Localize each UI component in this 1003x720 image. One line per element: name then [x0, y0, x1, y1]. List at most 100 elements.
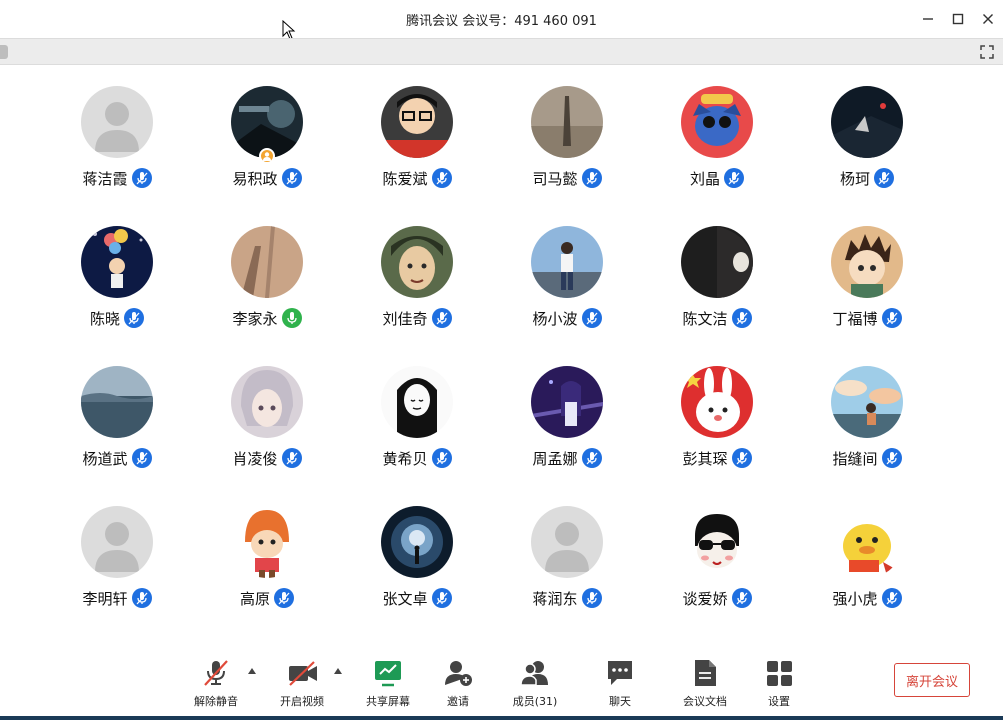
participant-name: 黄希贝 [382, 449, 428, 468]
start-video-button[interactable]: 开启视频 [267, 658, 337, 709]
participant-tile[interactable]: 刘佳奇 [342, 226, 492, 366]
participant-name: 杨道武 [82, 449, 128, 468]
avatar [81, 366, 153, 438]
fullscreen-button[interactable] [979, 44, 995, 60]
mic-muted-icon [731, 588, 752, 608]
participant-tile[interactable]: 杨道武 [42, 366, 192, 506]
participant-name: 司马懿 [532, 169, 578, 188]
leave-meeting-button[interactable]: 离开会议 [894, 663, 970, 697]
participant-tile[interactable]: 丁福博 [792, 226, 942, 366]
participant-tile[interactable]: 黄希贝 [342, 366, 492, 506]
members-button[interactable]: 成员(31) [500, 658, 570, 709]
participant-nameline: 杨道武 [82, 447, 152, 469]
avatar-image [831, 366, 903, 438]
participant-tile[interactable]: 李家永 [192, 226, 342, 366]
participant-name: 易积政 [232, 169, 278, 188]
audio-options-caret[interactable] [248, 668, 256, 674]
mic-muted-icon [431, 168, 452, 188]
participant-nameline: 高原 [240, 587, 294, 609]
participant-tile[interactable]: 陈文洁 [642, 226, 792, 366]
participant-tile[interactable]: 易积政 [192, 86, 342, 226]
minimize-icon [923, 18, 933, 20]
mic-muted-icon [131, 168, 152, 188]
avatar [231, 506, 303, 578]
mic-muted-icon [581, 588, 602, 608]
participant-nameline: 陈文洁 [682, 307, 752, 329]
avatar [831, 366, 903, 438]
participant-name: 肖凌俊 [232, 449, 278, 468]
participant-tile[interactable]: 刘晶 [642, 86, 792, 226]
side-panel-handle[interactable] [0, 45, 8, 59]
avatar [681, 366, 753, 438]
participant-tile[interactable]: 蒋润东 [492, 506, 642, 646]
mic-active-icon [281, 308, 302, 328]
avatar [81, 86, 153, 158]
settings-button[interactable]: 设置 [744, 658, 814, 709]
avatar-image [231, 226, 303, 298]
avatar-image [531, 366, 603, 438]
document-icon [690, 658, 720, 688]
participant-name: 陈文洁 [682, 309, 728, 328]
close-icon [983, 14, 993, 24]
mic-muted-icon [201, 658, 231, 688]
video-options-caret[interactable] [334, 668, 342, 674]
participant-nameline: 指缝间 [832, 447, 902, 469]
participant-tile[interactable]: 谈爱娇 [642, 506, 792, 646]
mic-muted-icon [274, 588, 294, 608]
participant-nameline: 杨小波 [532, 307, 602, 329]
chat-button[interactable]: 聊天 [585, 658, 655, 709]
avatar [531, 86, 603, 158]
participant-tile[interactable]: 蒋洁霞 [42, 86, 192, 226]
avatar [681, 506, 753, 578]
participant-tile[interactable]: 肖凌俊 [192, 366, 342, 506]
participant-name: 彭其琛 [682, 449, 728, 468]
minimize-button[interactable] [913, 0, 943, 38]
participant-tile[interactable]: 杨珂 [792, 86, 942, 226]
participant-name: 周孟娜 [532, 449, 578, 468]
participant-nameline: 谈爱娇 [682, 587, 752, 609]
participant-nameline: 易积政 [232, 167, 302, 189]
avatar [681, 86, 753, 158]
participant-tile[interactable]: 陈晓 [42, 226, 192, 366]
participant-tile[interactable]: 指缝间 [792, 366, 942, 506]
avatar [531, 226, 603, 298]
chat-label: 聊天 [609, 695, 631, 708]
avatar [81, 226, 153, 298]
share-screen-label: 共享屏幕 [366, 695, 410, 708]
unmute-button[interactable]: 解除静音 [181, 658, 251, 709]
participant-tile[interactable]: 李明轩 [42, 506, 192, 646]
avatar-image [681, 366, 753, 438]
avatar [81, 506, 153, 578]
mic-muted-icon [281, 168, 302, 188]
mic-muted-icon [731, 448, 752, 468]
participant-grid: 蒋洁霞 易积政 陈爱斌 司马懿 刘晶 杨珂陈晓 李家永 刘佳奇 杨小波 陈文洁 丁福博杨道武 肖凌俊 黄… [42, 86, 942, 646]
participant-tile[interactable]: 司马懿 [492, 86, 642, 226]
mic-muted-icon [581, 168, 602, 188]
invite-button[interactable]: 邀请 [423, 658, 493, 709]
participant-tile[interactable]: 陈爱斌 [342, 86, 492, 226]
participant-tile[interactable]: 彭其琛 [642, 366, 792, 506]
participant-nameline: 李家永 [232, 307, 302, 329]
maximize-icon [952, 13, 964, 25]
participant-nameline: 陈晓 [90, 307, 144, 329]
maximize-button[interactable] [943, 0, 973, 38]
participant-tile[interactable]: 张文卓 [342, 506, 492, 646]
mic-muted-icon [724, 168, 744, 188]
participant-name: 蒋润东 [532, 589, 578, 608]
share-screen-button[interactable]: 共享屏幕 [353, 658, 423, 709]
participant-nameline: 李明轩 [82, 587, 152, 609]
avatar-image [381, 506, 453, 578]
view-bar [0, 38, 1003, 65]
avatar-image [381, 86, 453, 158]
participant-tile[interactable]: 高原 [192, 506, 342, 646]
participant-tile[interactable]: 杨小波 [492, 226, 642, 366]
meeting-docs-button[interactable]: 会议文档 [670, 658, 740, 709]
avatar [831, 86, 903, 158]
participant-nameline: 丁福博 [832, 307, 902, 329]
avatar-image [681, 86, 753, 158]
participant-tile[interactable]: 强小虎 [792, 506, 942, 646]
participant-nameline: 彭其琛 [682, 447, 752, 469]
participant-name: 刘佳奇 [382, 309, 428, 328]
close-button[interactable] [973, 0, 1003, 38]
participant-tile[interactable]: 周孟娜 [492, 366, 642, 506]
